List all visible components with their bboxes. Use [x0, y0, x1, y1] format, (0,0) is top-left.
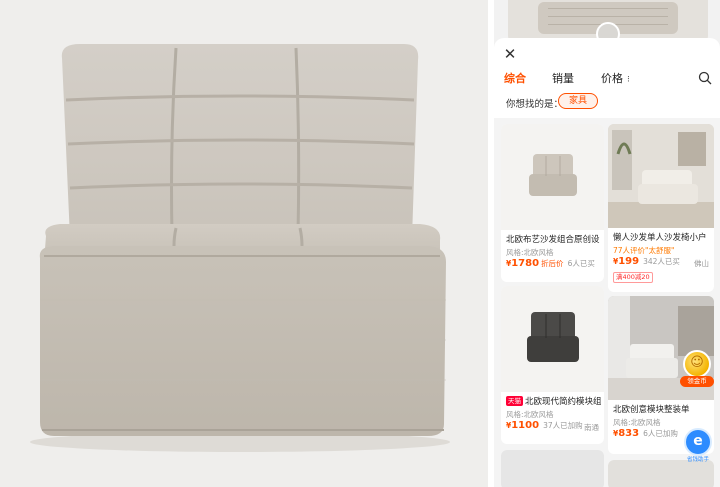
product-title: 北欧创意模块整装单 [613, 405, 690, 415]
product-card[interactable]: 懒人沙发单人沙发椅小户 77人评价"太舒服" ¥199 342人已买 佛山 满40… [608, 124, 714, 292]
armchair-illustration [30, 44, 450, 452]
coin-reward-button[interactable]: 领金币 [680, 350, 714, 390]
close-button[interactable]: ✕ [502, 46, 518, 62]
price-row: ¥833 6人已加购 [613, 428, 678, 439]
product-title: 天猫 北欧现代简约模块组 [506, 395, 601, 407]
sold-count: 37人已加购 [543, 421, 583, 430]
sold-count: 6人已买 [567, 259, 595, 268]
product-image [608, 460, 714, 487]
product-price: ¥199 [613, 256, 639, 267]
price-row: ¥199 342人已买 [613, 256, 680, 267]
coin-icon [683, 350, 711, 378]
product-card[interactable]: 北欧布艺沙发组合原创设 风格:北欧风格 ¥1780 折后价 6人已买 [501, 124, 604, 282]
tab-comprehensive[interactable]: 综合 [504, 70, 526, 86]
coupon-badge: 满400减20 [613, 272, 653, 283]
product-card[interactable] [501, 450, 604, 487]
sort-icon: ⁝ [627, 75, 630, 85]
product-attr: 风格:北欧风格 [506, 410, 554, 419]
filter-tabs: 综合 销量 价格 ⁝ [494, 70, 720, 90]
product-attr: 风格:北欧风格 [613, 418, 661, 427]
suggest-tag-furniture[interactable]: 家具 [558, 93, 599, 109]
product-price: ¥833 [613, 428, 639, 439]
product-image [501, 286, 604, 392]
price-value: 1100 [511, 420, 540, 431]
search-icon[interactable] [698, 71, 712, 85]
product-image [501, 124, 604, 230]
product-attr: 风格:北欧风格 [506, 248, 554, 257]
tab-sales[interactable]: 销量 [552, 70, 574, 86]
product-location: 佛山 [694, 259, 709, 268]
preview-thumbnail [508, 0, 708, 42]
results-sheet: ✕ 综合 销量 价格 ⁝ 你想找的是： 家具 北欧布艺沙发组合原创设 风格:北欧… [494, 38, 720, 487]
assistant-button[interactable]: 省钱助手 [683, 428, 713, 464]
price-value: 833 [618, 428, 640, 439]
product-price: ¥1100 [506, 420, 539, 431]
product-image [608, 124, 714, 228]
assistant-label: 省钱助手 [686, 457, 709, 463]
tab-price-label: 价格 [601, 72, 623, 85]
price-row: ¥1780 折后价 6人已买 [506, 258, 595, 269]
after-coupon-label: 折后价 [541, 259, 564, 268]
product-location: 南通 [584, 423, 599, 432]
suggest-label: 你想找的是： [506, 99, 564, 110]
price-value: 199 [618, 256, 640, 267]
tmall-badge: 天猫 [506, 396, 523, 406]
product-main-image[interactable] [0, 0, 488, 487]
price-value: 1780 [511, 258, 540, 269]
review-summary: 77人评价"太舒服" [613, 246, 675, 255]
price-row: ¥1100 37人已加购 [506, 420, 583, 431]
screen: ✕ 综合 销量 价格 ⁝ 你想找的是： 家具 北欧布艺沙发组合原创设 风格:北欧… [0, 0, 720, 487]
sold-count: 6人已加购 [643, 429, 678, 438]
dark-chair-thumbnail [527, 312, 579, 362]
assistant-icon [684, 428, 712, 456]
product-title: 懒人沙发单人沙发椅小户 [613, 233, 707, 243]
product-card[interactable]: 天猫 北欧现代简约模块组 风格:北欧风格 ¥1100 37人已加购 南通 [501, 286, 604, 444]
coin-label: 领金币 [680, 376, 714, 387]
product-title-text: 北欧现代简约模块组 [525, 397, 601, 407]
product-title: 北欧布艺沙发组合原创设 [506, 235, 600, 245]
product-image [501, 450, 604, 487]
room-sofa-thumbnail [608, 124, 714, 228]
search-results-panel: ✕ 综合 销量 价格 ⁝ 你想找的是： 家具 北欧布艺沙发组合原创设 风格:北欧… [494, 0, 720, 487]
sold-count: 342人已买 [643, 257, 680, 266]
product-price: ¥1780 [506, 258, 539, 269]
product-card[interactable] [608, 460, 714, 487]
beige-chair-thumbnail [529, 154, 577, 196]
tab-price[interactable]: 价格 ⁝ [601, 70, 630, 86]
